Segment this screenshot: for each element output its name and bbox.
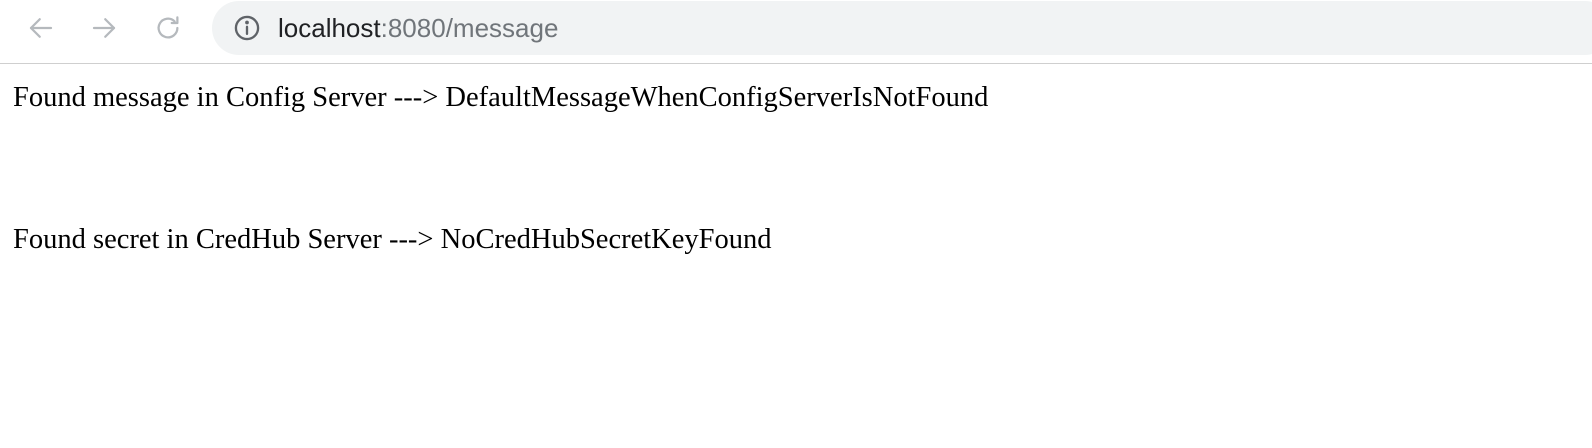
reload-icon <box>157 16 179 39</box>
browser-toolbar: localhost:8080/message <box>0 0 1592 64</box>
url-path: :8080/message <box>380 13 559 43</box>
reload-button[interactable] <box>150 10 186 46</box>
url-text[interactable]: localhost:8080/message <box>278 13 558 43</box>
arrow-right-icon <box>92 18 116 38</box>
forward-button[interactable] <box>86 10 122 46</box>
address-bar[interactable]: localhost:8080/message <box>212 1 1592 55</box>
url-host: localhost <box>278 13 381 43</box>
info-circle-icon[interactable] <box>233 14 261 42</box>
config-message-line: Found message in Config Server ---> Defa… <box>13 82 989 113</box>
arrow-left-icon <box>29 18 53 38</box>
back-button[interactable] <box>23 10 59 46</box>
credhub-secret-line: Found secret in CredHub Server ---> NoCr… <box>13 224 772 255</box>
page-content: Found message in Config Server ---> Defa… <box>13 80 988 258</box>
